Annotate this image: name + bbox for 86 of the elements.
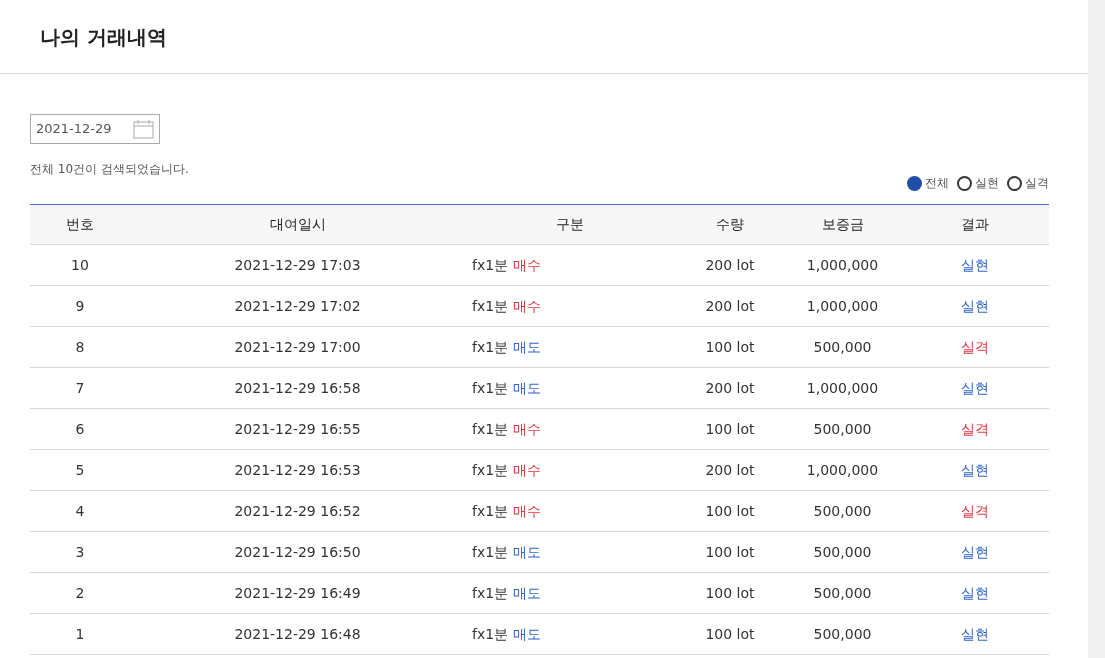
page-title: 나의 거래내역 bbox=[40, 23, 167, 51]
table-cell: 2021-12-29 16:55 bbox=[234, 420, 361, 437]
result-text: 실현 bbox=[960, 297, 989, 314]
column-header: 수량 bbox=[716, 216, 744, 232]
table-cell: 1,000,000 bbox=[806, 297, 879, 314]
table-cell: 200 lot bbox=[705, 256, 755, 273]
product-text: fx1분 bbox=[472, 256, 509, 273]
table-cell: 2 bbox=[75, 584, 85, 601]
trade-side: 매수 bbox=[513, 461, 542, 478]
table-cell: 200 lot bbox=[705, 297, 755, 314]
table-cell: 3 bbox=[75, 543, 85, 560]
product-text: fx1분 bbox=[472, 338, 509, 355]
column-header: 구분 bbox=[556, 216, 584, 232]
table-cell: 6 bbox=[75, 420, 85, 437]
table-cell: 5 bbox=[75, 461, 85, 478]
trade-side: 매도 bbox=[513, 338, 542, 355]
table-cell: 2021-12-29 16:50 bbox=[234, 543, 361, 560]
table-cell: 500,000 bbox=[813, 502, 872, 519]
table-cell: 10 bbox=[71, 256, 89, 273]
result-text: 실격 bbox=[960, 338, 989, 355]
trade-side: 매수 bbox=[513, 420, 542, 437]
product-text: fx1분 bbox=[472, 502, 509, 519]
table-cell: 2021-12-29 17:02 bbox=[234, 297, 361, 314]
column-header: 결과 bbox=[960, 216, 989, 232]
scrollbar-track[interactable] bbox=[1088, 0, 1105, 658]
radio-button[interactable] bbox=[957, 175, 972, 191]
table-cell: 2021-12-29 17:00 bbox=[234, 338, 361, 355]
table-cell: 2021-12-29 17:03 bbox=[234, 256, 361, 273]
result-text: 실현 bbox=[960, 625, 989, 642]
radio-label[interactable]: 전체 bbox=[925, 174, 949, 192]
table-cell: 2021-12-29 16:49 bbox=[234, 584, 361, 601]
table-cell: 500,000 bbox=[813, 625, 872, 642]
product-text: fx1분 bbox=[472, 379, 509, 396]
radio-label[interactable]: 실격 bbox=[1025, 174, 1049, 192]
table-cell: 100 lot bbox=[705, 338, 755, 355]
table-cell: 100 lot bbox=[705, 625, 755, 642]
column-header: 번호 bbox=[66, 216, 94, 232]
table-cell: 2021-12-29 16:58 bbox=[234, 379, 361, 396]
table-cell: 500,000 bbox=[813, 543, 872, 560]
result-text: 실현 bbox=[960, 256, 989, 273]
result-text: 실격 bbox=[960, 420, 989, 437]
date-field[interactable]: 2021-12-29 bbox=[30, 114, 160, 144]
trade-side: 매도 bbox=[513, 584, 542, 601]
product-text: fx1분 bbox=[472, 584, 509, 601]
product-text: fx1분 bbox=[472, 420, 509, 437]
table-cell: 1,000,000 bbox=[806, 461, 879, 478]
table-cell: 200 lot bbox=[705, 461, 755, 478]
table-cell: 9 bbox=[75, 297, 85, 314]
product-text: fx1분 bbox=[472, 543, 509, 560]
table-cell: 100 lot bbox=[705, 543, 755, 560]
result-text: 실현 bbox=[960, 584, 989, 601]
table-cell: 100 lot bbox=[705, 420, 755, 437]
result-text: 실현 bbox=[960, 543, 989, 560]
table-cell: 1 bbox=[75, 625, 85, 642]
result-text: 실격 bbox=[960, 502, 989, 519]
product-text: fx1분 bbox=[472, 297, 509, 314]
table-cell: 7 bbox=[75, 379, 85, 396]
column-header: 보증금 bbox=[821, 216, 864, 232]
table-cell: 4 bbox=[75, 502, 85, 519]
table-cell: 1,000,000 bbox=[806, 256, 879, 273]
radio-button[interactable] bbox=[907, 175, 922, 191]
trade-side: 매도 bbox=[513, 379, 542, 396]
product-text: fx1분 bbox=[472, 461, 509, 478]
trade-side: 매도 bbox=[513, 543, 542, 560]
trade-side: 매수 bbox=[513, 256, 542, 273]
table-cell: 2021-12-29 16:48 bbox=[234, 625, 361, 642]
trade-side: 매수 bbox=[513, 297, 542, 314]
table-cell: 100 lot bbox=[705, 584, 755, 601]
trade-side: 매수 bbox=[513, 502, 542, 519]
table-cell: 1,000,000 bbox=[806, 379, 879, 396]
radio-label[interactable]: 실현 bbox=[975, 174, 999, 192]
table-cell: 500,000 bbox=[813, 338, 872, 355]
table-cell: 8 bbox=[75, 338, 85, 355]
table-cell: 2021-12-29 16:52 bbox=[234, 502, 361, 519]
result-text: 실현 bbox=[960, 379, 989, 396]
table-cell: 100 lot bbox=[705, 502, 755, 519]
radio-button[interactable] bbox=[1007, 175, 1022, 191]
table-cell: 500,000 bbox=[813, 420, 872, 437]
table-cell: 500,000 bbox=[813, 584, 872, 601]
result-text: 실현 bbox=[960, 461, 989, 478]
product-text: fx1분 bbox=[472, 625, 509, 642]
column-header: 대여일시 bbox=[269, 216, 326, 232]
trade-side: 매도 bbox=[513, 625, 542, 642]
table-cell: 2021-12-29 16:53 bbox=[234, 461, 361, 478]
table-cell: 200 lot bbox=[705, 379, 755, 396]
result-count: 전체 10건이 검색되었습니다. bbox=[30, 161, 189, 178]
